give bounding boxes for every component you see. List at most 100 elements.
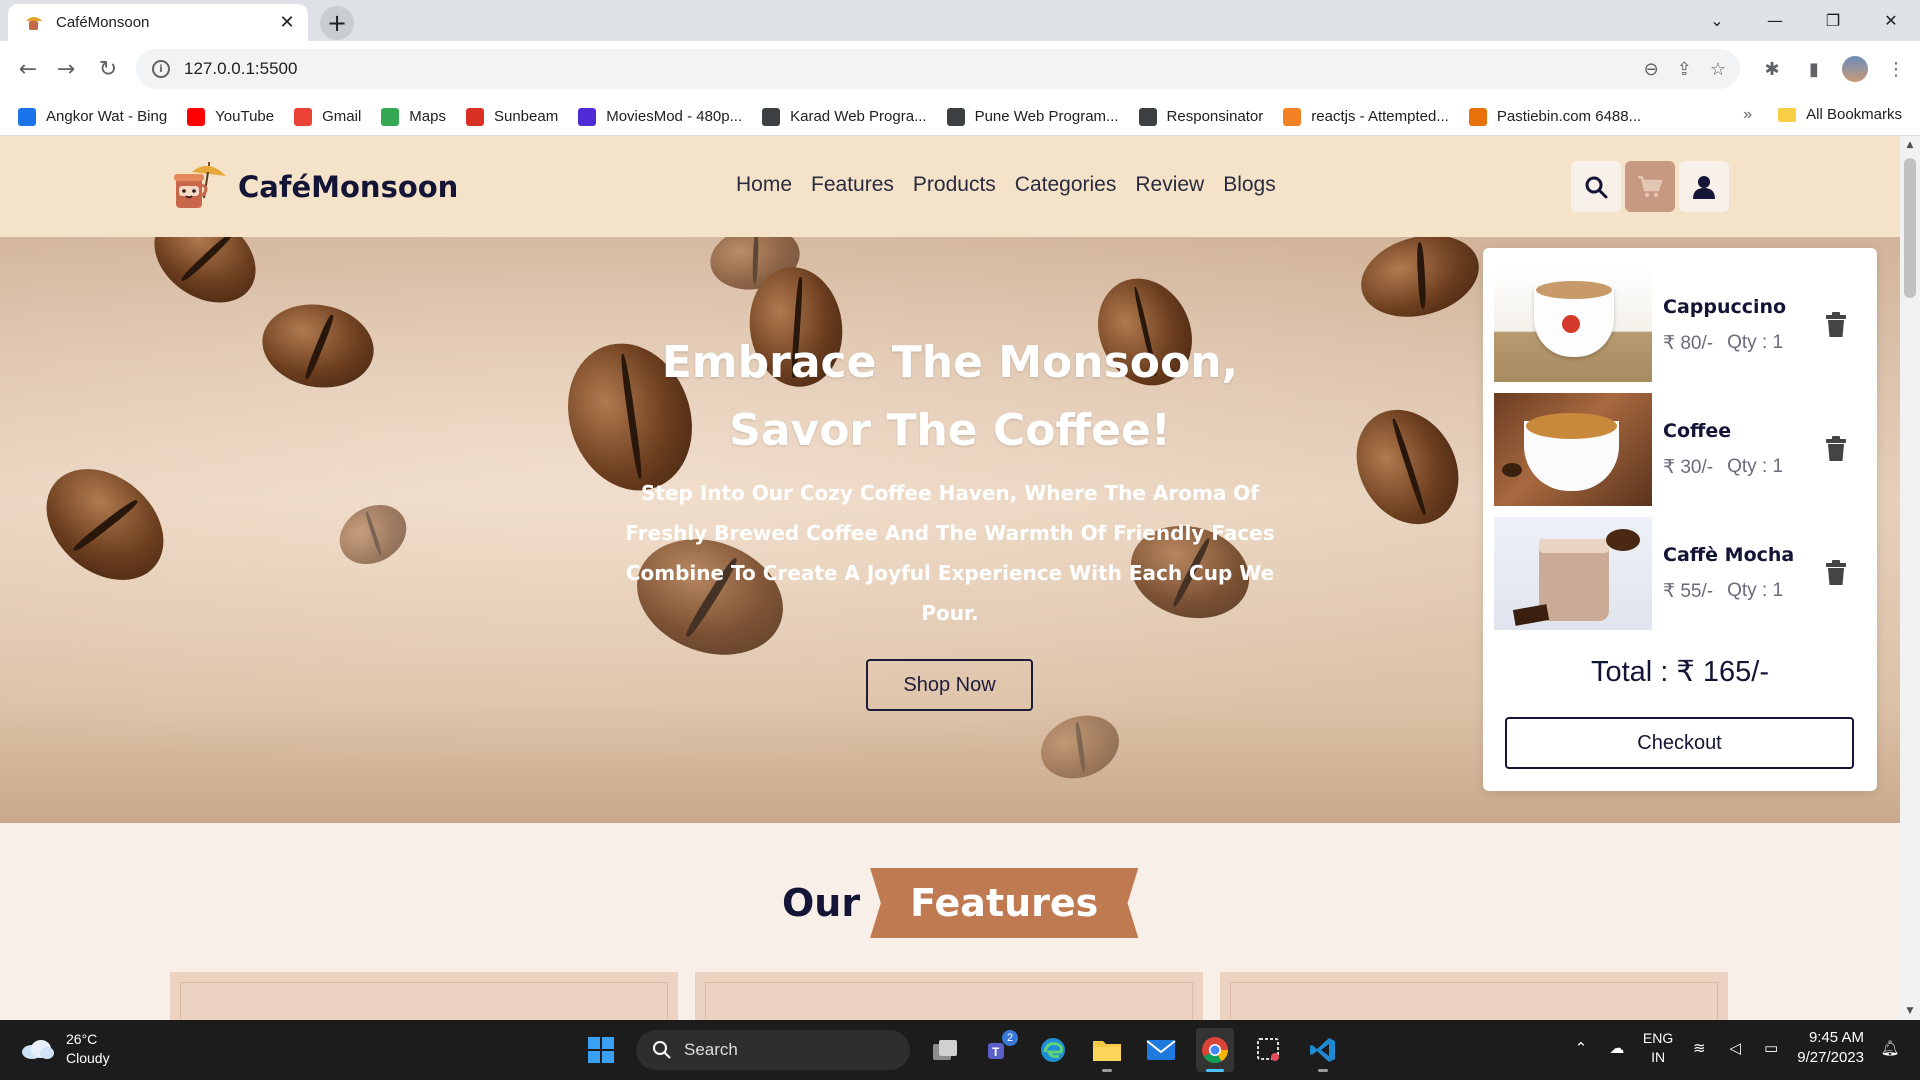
weather-widget[interactable]: 26°C Cloudy — [20, 1030, 110, 1068]
user-account-button[interactable] — [1679, 161, 1729, 212]
scroll-thumb[interactable] — [1904, 158, 1916, 298]
youtube-icon — [187, 107, 206, 126]
trash-icon[interactable] — [1825, 312, 1847, 338]
cart-item-name: Coffee — [1663, 420, 1732, 442]
bookmark-label: MoviesMod - 480p... — [606, 108, 743, 125]
bookmark-item[interactable]: Responsinator — [1138, 107, 1263, 126]
browser-toolbar: ← → ↻ i 127.0.0.1:5500 ⊖ ⇪ ☆ ✱ ▮ ⋮ — [0, 41, 1920, 98]
bookmark-item[interactable]: Angkor Wat - Bing — [18, 107, 167, 126]
coffee-image — [1494, 393, 1652, 506]
cart-button[interactable] — [1625, 161, 1675, 212]
nav-features[interactable]: Features — [811, 173, 894, 197]
chrome-button[interactable] — [1196, 1028, 1234, 1072]
language-indicator[interactable]: ENG IN — [1643, 1029, 1673, 1067]
cart-item-price: ₹ 55/- — [1663, 581, 1714, 602]
file-explorer-button[interactable] — [1088, 1028, 1126, 1072]
start-button[interactable] — [582, 1028, 620, 1072]
address-bar[interactable]: i 127.0.0.1:5500 ⊖ ⇪ ☆ — [136, 49, 1740, 89]
restore-icon[interactable]: ❐ — [1804, 11, 1862, 30]
nav-categories[interactable]: Categories — [1015, 173, 1117, 197]
user-icon — [1693, 175, 1715, 199]
battery-icon[interactable]: ▭ — [1761, 1038, 1781, 1058]
cart-item-price: ₹ 30/- — [1663, 457, 1714, 478]
coffee-bean-decoration — [1336, 391, 1479, 543]
system-tray: ⌃ ☁ ENG IN ≋ ◁ ▭ 9:45 AM 9/27/2023 🔔︎ — [1571, 1028, 1900, 1068]
snipping-tool-icon — [1257, 1038, 1279, 1061]
minimize-icon[interactable]: — — [1746, 11, 1804, 30]
bookmark-item[interactable]: Pastiebin.com 6488... — [1468, 107, 1641, 126]
scroll-up-icon[interactable]: ▲ — [1900, 140, 1920, 150]
bookmarks-overflow-icon[interactable]: » — [1743, 106, 1752, 124]
side-panel-icon[interactable]: ▮ — [1800, 53, 1828, 85]
search-icon — [1585, 176, 1608, 198]
bookmark-item[interactable]: Maps — [381, 107, 446, 126]
bookmark-label: Maps — [409, 108, 446, 125]
bookmark-item[interactable]: Sunbeam — [465, 107, 559, 126]
notification-bell-icon[interactable]: 🔔︎ — [1880, 1038, 1900, 1058]
teams-badge: 2 — [1002, 1030, 1018, 1046]
sunbeam-icon — [465, 107, 484, 126]
site-info-icon[interactable]: i — [152, 60, 170, 78]
feature-card — [1220, 972, 1728, 1020]
bookmark-item[interactable]: Karad Web Progra... — [762, 107, 927, 126]
nav-products[interactable]: Products — [913, 173, 996, 197]
nav-review[interactable]: Review — [1135, 173, 1204, 197]
page-viewport: CaféMonsoon Home Features Products Categ… — [0, 136, 1900, 1020]
bookmark-item[interactable]: MoviesMod - 480p... — [578, 107, 743, 126]
bookmark-item[interactable]: Gmail — [294, 107, 362, 126]
features-heading-our: Our — [782, 881, 861, 925]
bookmark-label: Sunbeam — [493, 108, 559, 125]
browser-menu-icon[interactable]: ⋮ — [1882, 53, 1910, 85]
close-tab-icon[interactable]: ✕ — [276, 12, 298, 33]
share-icon[interactable]: ⇪ — [1677, 59, 1692, 80]
volume-icon[interactable]: ◁ — [1725, 1038, 1745, 1058]
taskbar-search[interactable]: Search — [636, 1030, 910, 1070]
page-scrollbar[interactable]: ▲ ▼ — [1900, 136, 1920, 1020]
search-button[interactable] — [1571, 161, 1621, 212]
zoom-icon[interactable]: ⊖ — [1644, 59, 1659, 80]
reload-icon[interactable]: ↻ — [92, 53, 124, 85]
back-icon[interactable]: ← — [12, 53, 44, 85]
onedrive-cloud-icon[interactable]: ☁ — [1607, 1038, 1627, 1058]
site-logo[interactable]: CaféMonsoon — [170, 158, 458, 216]
browser-tabstrip: CaféMonsoon ✕ + ⌄ — ❐ ✕ — [0, 0, 1920, 41]
profile-avatar[interactable] — [1842, 56, 1868, 82]
forward-icon[interactable]: → — [50, 53, 82, 85]
folder-icon — [1778, 107, 1797, 122]
teams-button[interactable]: T 2 — [980, 1028, 1018, 1072]
close-window-icon[interactable]: ✕ — [1862, 11, 1920, 30]
snipping-tool-button[interactable] — [1250, 1028, 1288, 1072]
edge-button[interactable] — [1034, 1028, 1072, 1072]
vscode-button[interactable] — [1304, 1028, 1342, 1072]
bookmark-item[interactable]: reactjs - Attempted... — [1283, 107, 1449, 126]
shopping-cart-icon — [1638, 175, 1663, 197]
nav-blogs[interactable]: Blogs — [1223, 173, 1276, 197]
nav-home[interactable]: Home — [736, 173, 792, 197]
mail-button[interactable] — [1142, 1028, 1180, 1072]
coffee-bean-decoration — [255, 295, 381, 397]
new-tab-button[interactable]: + — [320, 6, 354, 40]
bookmark-label: Gmail — [322, 108, 362, 125]
bing-icon — [18, 107, 36, 126]
stackoverflow-icon — [1283, 107, 1302, 126]
bookmark-item[interactable]: YouTube — [187, 107, 274, 126]
extensions-icon[interactable]: ✱ — [1758, 53, 1786, 85]
chevron-up-icon[interactable]: ⌃ — [1571, 1038, 1591, 1058]
wifi-icon[interactable]: ≋ — [1689, 1038, 1709, 1058]
scroll-down-icon[interactable]: ▼ — [1900, 1006, 1920, 1016]
bookmark-star-icon[interactable]: ☆ — [1710, 59, 1726, 80]
trash-icon[interactable] — [1825, 560, 1847, 586]
folder-icon — [1093, 1041, 1121, 1061]
all-bookmarks-folder[interactable]: All Bookmarks — [1778, 106, 1902, 123]
tab-search-icon[interactable]: ⌄ — [1688, 11, 1746, 30]
gmail-icon — [294, 107, 313, 126]
bookmark-label: reactjs - Attempted... — [1311, 108, 1449, 125]
checkout-button[interactable]: Checkout — [1505, 717, 1854, 769]
bookmark-item[interactable]: Pune Web Program... — [946, 107, 1119, 126]
tab-cafemonsoon[interactable]: CaféMonsoon ✕ — [8, 4, 308, 41]
task-view-button[interactable] — [926, 1028, 964, 1072]
weather-desc: Cloudy — [66, 1050, 110, 1066]
shop-now-button[interactable]: Shop Now — [866, 659, 1033, 711]
clock[interactable]: 9:45 AM 9/27/2023 — [1797, 1028, 1864, 1068]
trash-icon[interactable] — [1825, 436, 1847, 462]
